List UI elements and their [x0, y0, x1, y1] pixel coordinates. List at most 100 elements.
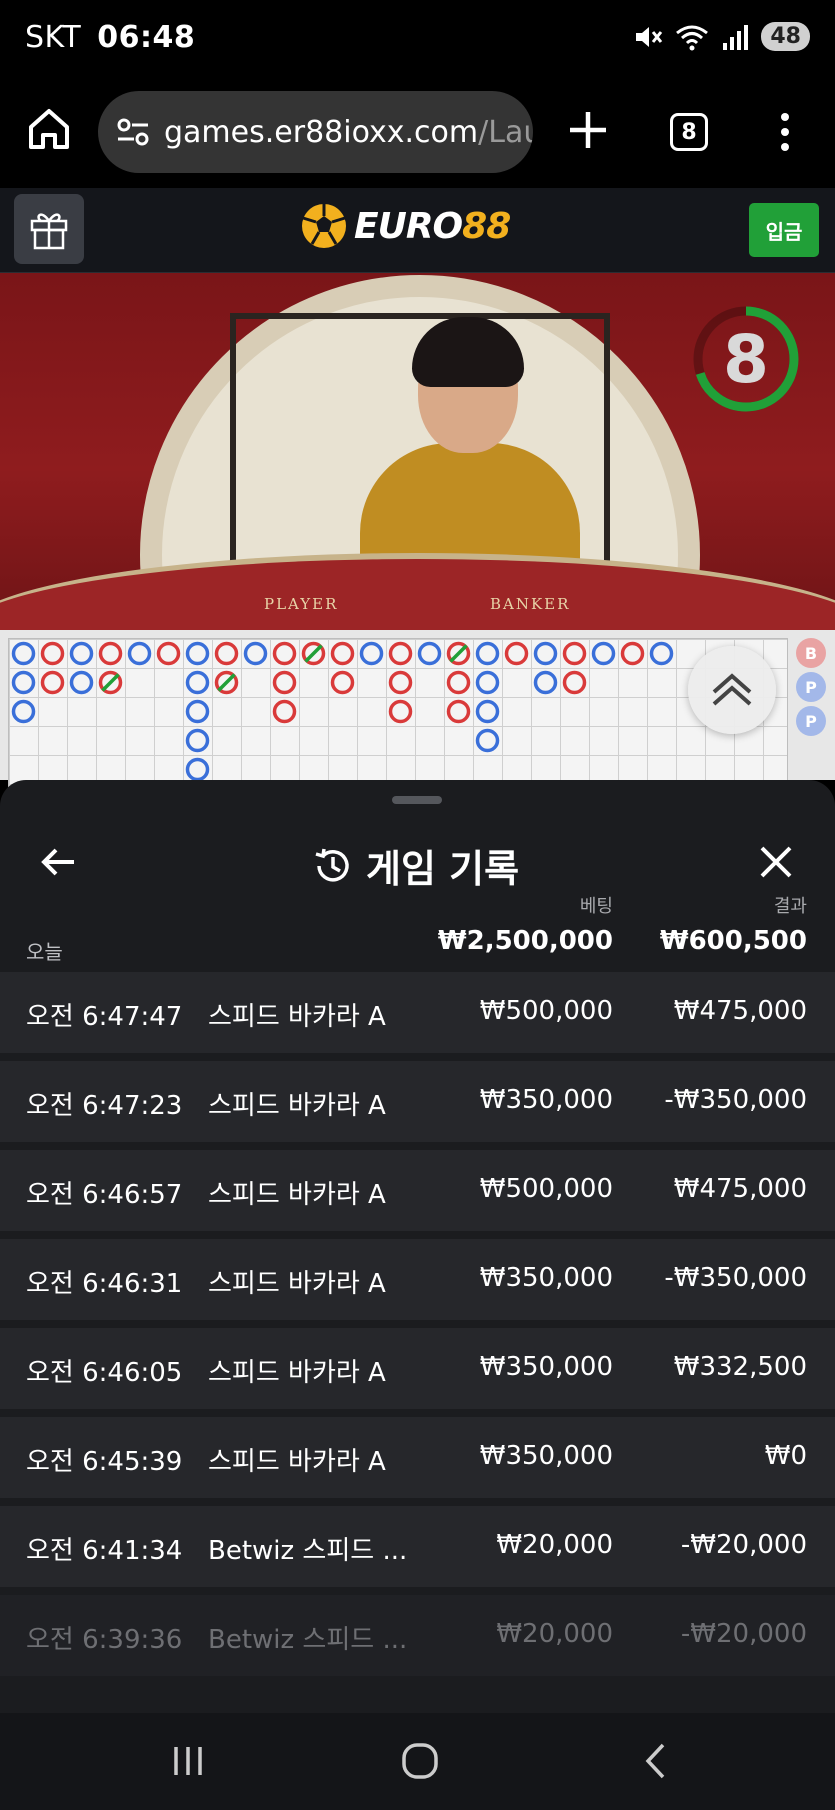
road-marker-player — [475, 699, 500, 724]
road-marker-player — [475, 728, 500, 753]
site-settings-icon[interactable] — [116, 115, 150, 149]
system-home-icon[interactable] — [400, 1741, 440, 1781]
logo-text: EURO88 — [354, 205, 511, 247]
road-marker-banker — [504, 641, 529, 666]
status-icons: 48 — [633, 22, 810, 51]
road-marker-player — [185, 728, 210, 753]
road-marker-banker — [330, 670, 355, 695]
road-marker-player — [11, 670, 36, 695]
euro88-logo[interactable]: EURO88 — [300, 202, 511, 250]
history-row[interactable]: 오전 6:47:47 스피드 바카라 A ₩500,000 ₩475,000 — [0, 972, 835, 1053]
history-row[interactable]: 오전 6:45:39 스피드 바카라 A ₩350,000 ₩0 — [0, 1417, 835, 1498]
row-result: ₩475,000 — [673, 996, 807, 1026]
status-carrier-time: SKT 06:48 — [25, 20, 195, 55]
road-marker-banker — [272, 641, 297, 666]
road-marker-player — [475, 641, 500, 666]
url-bar[interactable]: games.er88ioxx.com/Launc — [98, 91, 533, 173]
gift-button[interactable] — [14, 194, 84, 264]
road-marker-banker — [156, 641, 181, 666]
back-arrow-icon[interactable] — [38, 842, 78, 882]
road-marker-tie-slash — [304, 644, 323, 663]
mute-icon — [636, 26, 663, 47]
road-marker-player — [359, 641, 384, 666]
road-marker-player — [533, 670, 558, 695]
tab-switcher-button[interactable]: 8 — [670, 113, 708, 151]
road-marker-tie-slash — [217, 673, 236, 692]
history-row[interactable]: 오전 6:46:05 스피드 바카라 A ₩350,000 ₩332,500 — [0, 1328, 835, 1409]
history-row[interactable]: 오전 6:39:36 Betwiz 스피드 ... ₩20,000 -₩20,0… — [0, 1595, 835, 1676]
bead-road-markers — [11, 641, 674, 782]
road-marker-banker — [272, 670, 297, 695]
table-label-player: PLAYER — [264, 595, 339, 613]
row-result: ₩0 — [764, 1441, 807, 1471]
road-marker-banker — [562, 670, 587, 695]
row-bet: ₩20,000 — [496, 1530, 613, 1560]
row-bet: ₩500,000 — [479, 1174, 613, 1204]
row-result: ₩475,000 — [673, 1174, 807, 1204]
history-row[interactable]: 오전 6:41:34 Betwiz 스피드 ... ₩20,000 -₩20,0… — [0, 1506, 835, 1587]
road-marker-player — [11, 699, 36, 724]
more-menu-icon[interactable] — [770, 110, 800, 154]
road-marker-tie-slash — [449, 644, 468, 663]
row-result: -₩20,000 — [680, 1619, 807, 1649]
road-marker-banker — [388, 670, 413, 695]
road-marker-player — [243, 641, 268, 666]
live-dealer-video[interactable]: PLAYER BANKER 8 — [0, 273, 835, 630]
road-marker-player — [127, 641, 152, 666]
road-marker-banker — [620, 641, 645, 666]
side-chip-player: P — [796, 672, 826, 702]
collapse-button[interactable] — [688, 646, 776, 734]
column-headers: 베팅 결과 — [0, 892, 835, 922]
row-game: 스피드 바카라 A — [208, 1091, 386, 1121]
row-game: 스피드 바카라 A — [208, 1447, 386, 1477]
soccer-ball-icon — [302, 204, 346, 248]
row-time: 오전 6:46:31 — [26, 1269, 183, 1299]
new-tab-icon[interactable] — [566, 108, 610, 152]
deposit-button[interactable]: 입금 — [749, 203, 819, 257]
row-result: ₩332,500 — [673, 1352, 807, 1382]
system-back-icon[interactable] — [636, 1741, 676, 1781]
row-time: 오전 6:39:36 — [26, 1625, 183, 1655]
site-header: EURO88 입금 — [0, 188, 835, 273]
row-bet: ₩350,000 — [479, 1085, 613, 1115]
countdown-number: 8 — [723, 320, 769, 398]
history-row[interactable]: 오전 6:46:57 스피드 바카라 A ₩500,000 ₩475,000 — [0, 1150, 835, 1231]
row-game: 스피드 바카라 A — [208, 1269, 386, 1299]
history-row[interactable]: 오전 6:46:31 스피드 바카라 A ₩350,000 -₩350,000 — [0, 1239, 835, 1320]
row-game: 스피드 바카라 A — [208, 1180, 386, 1210]
close-icon[interactable] — [756, 842, 796, 882]
home-icon[interactable] — [26, 106, 72, 152]
recent-apps-icon[interactable] — [168, 1743, 208, 1779]
history-row[interactable]: 오전 6:47:23 스피드 바카라 A ₩350,000 -₩350,000 — [0, 1061, 835, 1142]
browser-toolbar: games.er88ioxx.com/Launc 8 — [0, 80, 835, 188]
road-marker-banker — [562, 641, 587, 666]
sheet-drag-handle[interactable] — [392, 796, 442, 804]
road-marker-player — [533, 641, 558, 666]
road-marker-player — [11, 641, 36, 666]
today-label: 오늘 — [26, 940, 63, 964]
road-marker-player — [475, 670, 500, 695]
road-marker-player — [69, 670, 94, 695]
row-result: -₩350,000 — [664, 1085, 807, 1115]
sheet-title: 게임 기록 — [312, 838, 519, 893]
row-bet: ₩20,000 — [496, 1619, 613, 1649]
table-label-banker: BANKER — [490, 595, 571, 613]
road-marker-banker — [40, 641, 65, 666]
logo-text-88: 88 — [462, 205, 511, 247]
row-result: -₩20,000 — [680, 1530, 807, 1560]
row-time: 오전 6:46:05 — [26, 1358, 183, 1388]
carrier-label: SKT — [25, 20, 82, 55]
game-history-sheet: 게임 기록 베팅 결과 오늘 ₩2,500,000 ₩600,500 오전 6:… — [0, 780, 835, 1713]
double-chevron-up-icon — [712, 673, 752, 706]
row-bet: ₩350,000 — [479, 1441, 613, 1471]
road-marker-banker — [272, 699, 297, 724]
status-bar: SKT 06:48 48 — [0, 0, 835, 80]
row-bet: ₩350,000 — [479, 1352, 613, 1382]
column-header-result: 결과 — [773, 896, 807, 917]
sheet-header: 게임 기록 — [0, 820, 835, 900]
side-chip-banker: B — [796, 638, 826, 668]
road-marker-banker — [40, 670, 65, 695]
road-marker-player — [185, 757, 210, 782]
road-marker-player — [185, 699, 210, 724]
row-time: 오전 6:45:39 — [26, 1447, 183, 1477]
